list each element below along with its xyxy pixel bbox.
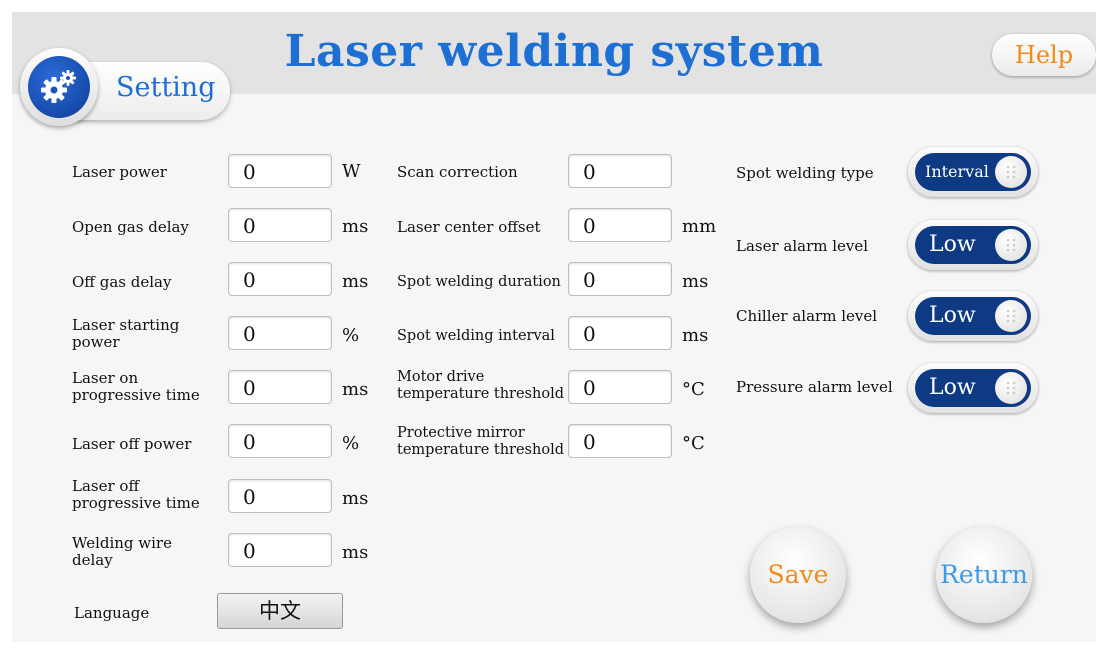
toggle-knob-icon [995, 156, 1027, 188]
toggle-track: Low [915, 297, 1031, 335]
open-gas-delay-label: Open gas delay [72, 218, 189, 236]
protective-mirror-temperature-threshold-input[interactable]: 0 [568, 424, 672, 458]
off-gas-delay-label: Off gas delay [72, 273, 172, 291]
laser-center-offset-unit: mm [682, 216, 717, 237]
open-gas-delay-input[interactable]: 0 [228, 208, 332, 242]
toggle-value: Low [929, 375, 976, 400]
welding-wire-delay-unit: ms [342, 542, 369, 563]
scan-correction-input[interactable]: 0 [568, 154, 672, 188]
protective-mirror-temperature-threshold-label: Protective mirror temperature threshold [397, 425, 564, 458]
open-gas-delay-unit: ms [342, 216, 369, 237]
help-button[interactable]: Help [992, 34, 1096, 76]
laser-power-input[interactable]: 0 [228, 154, 332, 188]
toggle-knob-icon [995, 229, 1027, 261]
laser-off-power-unit: % [342, 433, 360, 454]
laser-center-offset-label: Laser center offset [397, 218, 541, 236]
spot-welding-duration-unit: ms [682, 271, 709, 292]
language-button[interactable]: 中文 [217, 593, 343, 629]
toggle-track: Low [915, 369, 1031, 407]
laser-on-progressive-time-input[interactable]: 0 [228, 370, 332, 404]
toggle-knob-icon [995, 372, 1027, 404]
save-button[interactable]: Save [750, 527, 846, 623]
spot-welding-type-toggle[interactable]: Interval [908, 147, 1038, 197]
welding-wire-delay-input[interactable]: 0 [228, 533, 332, 567]
off-gas-delay-input[interactable]: 0 [228, 262, 332, 296]
off-gas-delay-unit: ms [342, 271, 369, 292]
spot-welding-duration-label: Spot welding duration [397, 274, 561, 290]
pressure-alarm-level-toggle[interactable]: Low [908, 363, 1038, 413]
laser-off-progressive-time-input[interactable]: 0 [228, 479, 332, 513]
laser-starting-power-label: Laser starting power [72, 316, 180, 351]
setting-label: Setting [116, 72, 216, 103]
spot-welding-interval-input[interactable]: 0 [568, 316, 672, 350]
motor-drive-temperature-threshold-label: Motor drive temperature threshold [397, 369, 564, 402]
spot-welding-type-label: Spot welding type [736, 164, 874, 182]
spot-welding-interval-label: Spot welding interval [397, 328, 555, 344]
laser-starting-power-input[interactable]: 0 [228, 316, 332, 350]
welding-wire-delay-label: Welding wire delay [72, 534, 172, 569]
spot-welding-duration-input[interactable]: 0 [568, 262, 672, 296]
laser-center-offset-input[interactable]: 0 [568, 208, 672, 242]
protective-mirror-temperature-threshold-unit: °C [682, 433, 705, 454]
toggle-value: Low [929, 232, 976, 257]
motor-drive-temperature-threshold-unit: °C [682, 379, 705, 400]
toggle-value: Low [929, 303, 976, 328]
spot-welding-interval-unit: ms [682, 325, 709, 346]
motor-drive-temperature-threshold-input[interactable]: 0 [568, 370, 672, 404]
toggle-knob-icon [995, 300, 1027, 332]
laser-off-power-label: Laser off power [72, 435, 192, 453]
laser-off-power-input[interactable]: 0 [228, 424, 332, 458]
laser-off-progressive-time-label: Laser off progressive time [72, 477, 200, 512]
laser-on-progressive-time-label: Laser on progressive time [72, 369, 200, 404]
laser-off-progressive-time-unit: ms [342, 488, 369, 509]
return-button[interactable]: Return [936, 527, 1032, 623]
laser-alarm-level-label: Laser alarm level [736, 237, 869, 255]
gear-icon [28, 56, 90, 118]
laser-power-label: Laser power [72, 163, 167, 181]
settings-panel: Laser welding system Help Setting Laser … [12, 12, 1096, 642]
laser-power-unit: W [342, 161, 361, 182]
pressure-alarm-level-label: Pressure alarm level [736, 378, 893, 396]
laser-on-progressive-time-unit: ms [342, 379, 369, 400]
toggle-track: Low [915, 226, 1031, 264]
chiller-alarm-level-toggle[interactable]: Low [908, 291, 1038, 341]
toggle-value: Interval [925, 162, 989, 181]
scan-correction-label: Scan correction [397, 163, 518, 181]
language-label: Language [74, 604, 150, 622]
chiller-alarm-level-label: Chiller alarm level [736, 307, 878, 325]
laser-starting-power-unit: % [342, 325, 360, 346]
laser-alarm-level-toggle[interactable]: Low [908, 220, 1038, 270]
toggle-track: Interval [915, 153, 1031, 191]
